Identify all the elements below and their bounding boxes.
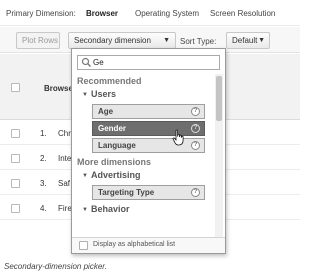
select-all-checkbox[interactable] [11,83,20,92]
primary-dimension-label: Primary Dimension: [6,9,76,18]
row-index: 1. [40,129,47,138]
tab-screen-resolution[interactable]: Screen Resolution [210,9,275,18]
row-browser-name[interactable]: Chr [58,129,71,138]
dimension-item-label: Targeting Type [98,188,155,197]
row-browser-name[interactable]: Saf [58,179,70,188]
tab-operating-system[interactable]: Operating System [135,9,199,18]
scrollbar-thumb[interactable] [216,76,222,121]
section-more-dimensions: More dimensions [77,157,152,167]
secondary-dimension-dropdown: Recommended ▼Users Age ? Gender ? Langua… [71,48,226,254]
triangle-down-icon: ▼ [82,207,88,213]
dropdown-scrollbar[interactable] [215,74,223,237]
section-recommended: Recommended [77,76,142,86]
primary-dimension-bar: Primary Dimension: Browser Operating Sys… [0,0,300,26]
dimension-search-box [77,55,220,70]
triangle-down-icon: ▼ [82,173,88,179]
group-behavior-label: Behavior [90,204,130,214]
dropdown-footer: Display as alphabetical list [72,237,225,253]
dimension-item-label: Age [98,107,114,116]
row-index: 4. [40,204,47,213]
row-checkbox[interactable] [11,204,20,213]
figure-caption: Secondary-dimension picker. [4,262,107,271]
help-icon[interactable]: ? [191,124,200,133]
dimension-item-label: Gender [98,124,127,133]
sort-type-label: Sort Type: [180,37,217,46]
row-checkbox[interactable] [11,154,20,163]
alphabetical-list-label: Display as alphabetical list [93,241,176,248]
dimension-item-gender[interactable]: Gender ? [92,121,205,136]
row-checkbox[interactable] [11,179,20,188]
row-index: 2. [40,154,47,163]
secondary-dimension-button[interactable]: Secondary dimension ▼ [68,32,176,49]
row-checkbox[interactable] [11,129,20,138]
help-icon[interactable]: ? [191,141,200,150]
row-index: 3. [40,179,47,188]
dimension-item-targeting-type[interactable]: Targeting Type ? [92,185,205,200]
plot-rows-button[interactable]: Plot Rows [16,32,60,49]
row-browser-name[interactable]: Fire [58,204,72,213]
row-browser-name[interactable]: Inte [58,154,71,163]
search-icon [81,57,91,67]
group-behavior[interactable]: ▼ Behavior [82,204,129,214]
triangle-down-icon: ▼ [82,92,88,98]
dimension-item-age[interactable]: Age ? [92,104,205,119]
dimension-list: Recommended ▼ Users Age ? Gender ? Langua… [72,74,213,237]
group-advertising-label: Advertising [90,170,141,180]
hand-pointer-cursor-icon [172,129,184,146]
sort-type-select[interactable]: Default ▼ [226,32,270,49]
alphabetical-list-checkbox[interactable] [79,241,88,250]
caret-down-icon: ▼ [258,37,265,44]
secondary-dimension-label: Secondary dimension [74,36,151,45]
group-users-label: Users [90,89,116,99]
tab-browser[interactable]: Browser [86,9,118,18]
help-icon[interactable]: ? [191,188,200,197]
help-icon[interactable]: ? [191,107,200,116]
sort-type-value: Default [232,36,258,45]
dimension-item-language[interactable]: Language ? [92,138,205,153]
group-users[interactable]: ▼ Users [82,89,116,99]
dimension-search-input[interactable] [93,57,213,68]
group-advertising[interactable]: ▼ Advertising [82,170,140,180]
dimension-item-label: Language [98,141,136,150]
caret-down-icon: ▼ [163,37,170,44]
